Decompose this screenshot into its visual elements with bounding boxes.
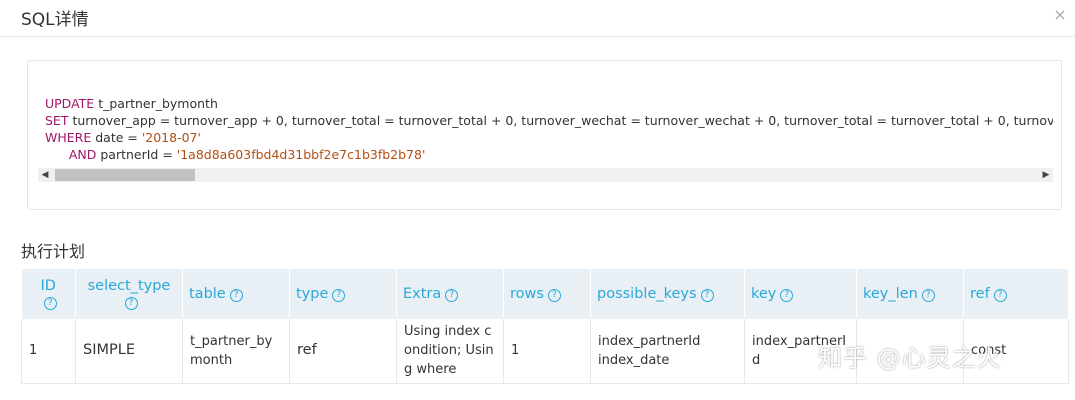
col-header-label: rows: [510, 286, 544, 302]
help-icon[interactable]: ?: [43, 297, 57, 310]
sql-keyword: UPDATE: [45, 96, 95, 111]
dialog-header: SQL详情 ×: [0, 0, 1075, 37]
scroll-right-icon[interactable]: ▶: [1039, 168, 1053, 182]
cell-key-len: [856, 319, 964, 384]
cell-possible-keys: index_partnerId index_date: [590, 319, 745, 384]
col-header-label: table: [189, 286, 226, 302]
cell-select-type: SIMPLE: [75, 319, 183, 384]
horizontal-scrollbar[interactable]: ◀ ▶: [38, 168, 1053, 182]
cell-extra: Using index condition; Using where: [396, 319, 504, 384]
col-header-label: key: [751, 286, 777, 302]
col-header-type: type?: [289, 269, 397, 319]
sql-string: '2018-07': [141, 130, 201, 145]
sql-keyword: SET: [45, 113, 69, 128]
col-header-ref: ref?: [963, 269, 1069, 319]
table-row: 1 SIMPLE t_partner_bymonth ref Using ind…: [21, 319, 1069, 384]
scroll-left-icon[interactable]: ◀: [38, 168, 52, 182]
cell-key: index_partnerId: [744, 319, 857, 384]
col-header-label: ref: [970, 286, 990, 302]
plan-header-row: ID? select_type? table? type? Extra? row…: [21, 269, 1069, 319]
col-header-label: type: [296, 286, 329, 302]
possible-key: index_partnerId: [598, 333, 701, 349]
cell-ref: const: [963, 319, 1069, 384]
col-header-rows: rows?: [503, 269, 591, 319]
plan-table: ID? select_type? table? type? Extra? row…: [21, 269, 1069, 384]
col-header-possible-keys: possible_keys?: [590, 269, 745, 319]
col-header-table: table?: [182, 269, 290, 319]
col-header-label: key_len: [863, 286, 918, 302]
help-icon[interactable]: ?: [332, 289, 346, 302]
sql-string: '1a8d8a603fbd4d31bbf2e7c1b3fb2b78': [176, 147, 426, 162]
sql-text: t_partner_bymonth: [94, 96, 218, 111]
help-icon[interactable]: ?: [124, 297, 138, 310]
col-header-label: Extra: [403, 286, 442, 302]
help-icon[interactable]: ?: [547, 289, 561, 302]
sql-text: date =: [91, 130, 142, 145]
col-header-id: ID?: [21, 269, 76, 319]
scrollbar-thumb[interactable]: [55, 169, 195, 181]
cell-table: t_partner_bymonth: [182, 319, 290, 384]
sql-keyword: WHERE: [45, 130, 92, 145]
sql-indent: [45, 147, 69, 162]
col-header-key: key?: [744, 269, 857, 319]
close-icon[interactable]: ×: [1051, 6, 1069, 24]
sql-keyword: AND: [68, 147, 97, 162]
sql-text: partnerId =: [96, 147, 177, 162]
col-header-select-type: select_type?: [75, 269, 183, 319]
cell-rows: 1: [503, 319, 591, 384]
help-icon[interactable]: ?: [993, 289, 1007, 302]
col-header-label: possible_keys: [597, 286, 697, 302]
plan-title: 执行计划: [21, 242, 86, 261]
help-icon[interactable]: ?: [780, 289, 794, 302]
possible-key: index_date: [598, 352, 670, 368]
help-icon[interactable]: ?: [921, 289, 935, 302]
cell-id: 1: [21, 319, 76, 384]
cell-type: ref: [289, 319, 397, 384]
help-icon[interactable]: ?: [445, 289, 459, 302]
help-icon[interactable]: ?: [229, 289, 243, 302]
col-header-key-len: key_len?: [856, 269, 964, 319]
sql-code-box: UPDATE t_partner_bymonth SET turnover_ap…: [27, 60, 1062, 210]
dialog-title: SQL详情: [21, 10, 89, 30]
sql-text: turnover_app = turnover_app + 0, turnove…: [68, 113, 1053, 128]
col-header-label: ID: [40, 278, 56, 294]
help-icon[interactable]: ?: [700, 289, 714, 302]
col-header-label: select_type: [87, 278, 171, 294]
col-header-extra: Extra?: [396, 269, 504, 319]
sql-code: UPDATE t_partner_bymonth SET turnover_ap…: [45, 95, 1053, 163]
